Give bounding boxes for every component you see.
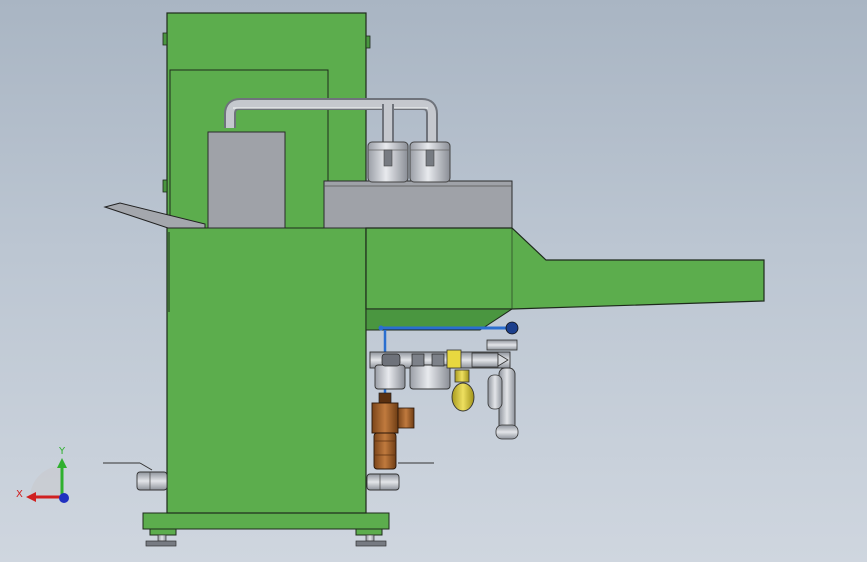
drain-pipe	[487, 367, 519, 440]
inlet-fitting-left	[103, 462, 168, 491]
y-axis-label: Y	[58, 446, 66, 457]
triad-origin-icon	[59, 493, 69, 503]
filter-canister-right	[409, 141, 451, 183]
orientation-triad: Y X	[16, 446, 69, 503]
cad-viewport[interactable]: Y X	[0, 0, 867, 562]
machine-drawing: Y X	[16, 12, 765, 547]
x-axis-label: X	[16, 489, 23, 500]
main-frame	[162, 12, 371, 514]
machine-base	[142, 512, 390, 536]
control-box	[207, 131, 286, 229]
discharge-chute	[365, 227, 765, 331]
leveling-foot-right	[355, 534, 387, 547]
air-regulator	[371, 392, 415, 470]
leveling-foot-left	[145, 534, 177, 547]
filter-canister-left	[367, 141, 409, 183]
hopper-tray	[323, 180, 513, 229]
